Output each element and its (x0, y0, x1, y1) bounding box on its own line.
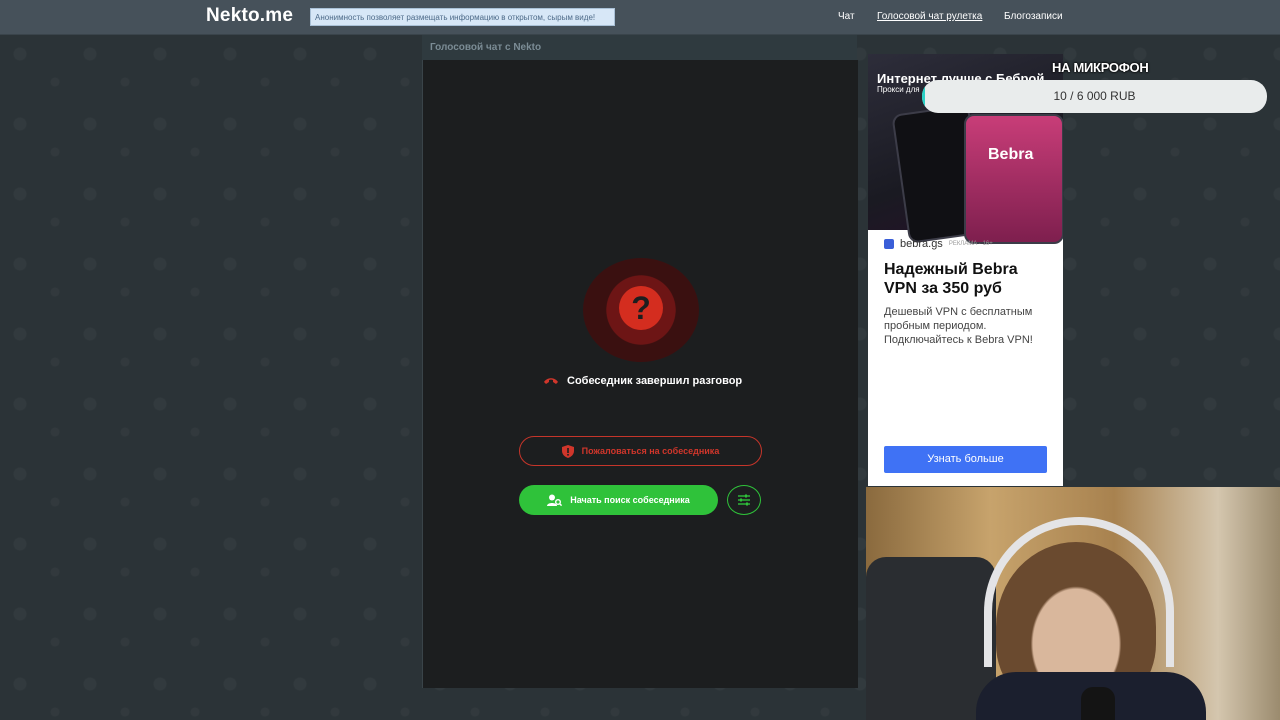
ad-source-row: bebra.gs РЕКЛАМА · 16+ (884, 238, 993, 250)
call-ended-text: Собеседник завершил разговор (567, 375, 743, 387)
ad-learn-more-button[interactable]: Узнать больше (884, 446, 1047, 473)
sliders-icon (738, 494, 750, 506)
top-navigation-bar: Nekto.me Анонимность позволяет размещать… (0, 0, 1280, 35)
donation-goal-title: НА МИКРОФОН (1052, 60, 1149, 75)
ad-title: Надежный Bebra VPN за 350 руб (884, 261, 1018, 297)
chat-title: Голосовой чат с Nekto (430, 42, 542, 53)
phone-mockup-right: Bebra (964, 114, 1063, 244)
favicon-icon (884, 239, 894, 249)
report-button-label: Пожаловаться на собеседника (581, 446, 720, 456)
search-button-label: Начать поиск собеседника (570, 495, 690, 505)
call-status-row: Собеседник завершил разговор (543, 373, 743, 389)
user-search-icon (547, 494, 563, 506)
call-ended-indicator: ? (583, 258, 699, 362)
microphone (1081, 687, 1115, 720)
chat-panel: ? Собеседник завершил разговор Пожаловат… (422, 60, 858, 688)
chat-header: Голосовой чат с Nekto (422, 35, 857, 60)
nav-voice-chat-roulette[interactable]: Голосовой чат рулетка (877, 11, 982, 22)
ad-label: РЕКЛАМА · 16+ (948, 241, 993, 247)
phone-brand-text: Bebra (988, 146, 1034, 163)
info-ticker: Анонимность позволяет размещать информац… (310, 8, 615, 26)
ad-domain: bebra.gs (900, 238, 943, 250)
search-settings-button[interactable] (727, 485, 761, 515)
donation-progress-text: 10 / 6 000 RUB (1053, 89, 1136, 103)
ad-subline: Прокси для (877, 85, 920, 94)
shield-alert-icon (561, 444, 574, 458)
start-search-button[interactable]: Начать поиск собеседника (519, 485, 718, 515)
donation-progress-bar: 10 / 6 000 RUB (922, 80, 1267, 113)
headset (984, 517, 1174, 667)
question-mark-icon: ? (619, 286, 663, 330)
ad-description: Дешевый VPN с бесплатным пробным периодо… (884, 306, 1033, 346)
report-partner-button[interactable]: Пожаловаться на собеседника (519, 436, 762, 466)
webcam-feed (866, 487, 1280, 720)
hang-up-phone-icon (544, 378, 558, 384)
nav-blog-posts[interactable]: Блогозаписи (1004, 11, 1063, 22)
gaming-chair (866, 557, 996, 720)
nav-chat[interactable]: Чат (838, 11, 855, 22)
advertisement-card[interactable]: Интернет лучше с Беброй Прокси для Bebra… (868, 54, 1063, 486)
site-logo[interactable]: Nekto.me (206, 5, 293, 27)
